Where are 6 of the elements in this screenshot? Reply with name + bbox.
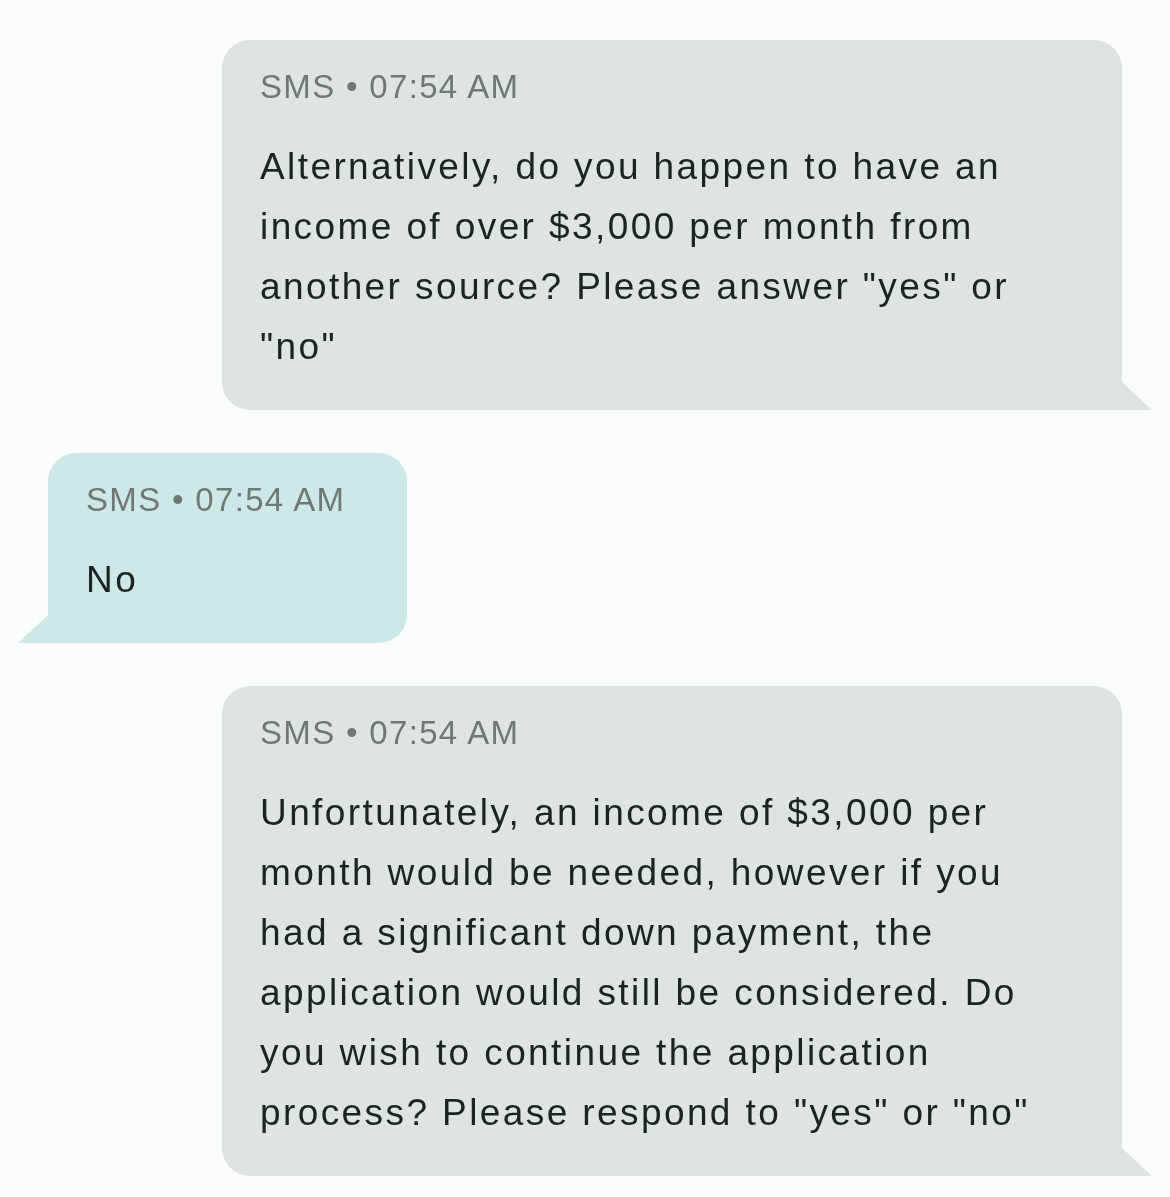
message-text: Unfortunately, an income of $3,000 per month would be needed, however if you had a significant down payment, the application would still be considered. Do you wish to continue the application process? Please respond to "yes" or "no": [260, 791, 1031, 1135]
message-meta: SMS • 07:54 AM: [86, 481, 346, 519]
message-meta: SMS • 07:54 AM: [260, 68, 521, 106]
message-text: No: [86, 558, 140, 602]
message-meta: SMS • 07:54 AM: [260, 714, 521, 752]
message-text: Alternatively, do you happen to have an income of over $3,000 per month from another source? Please answer "yes" or "no": [260, 145, 1011, 369]
